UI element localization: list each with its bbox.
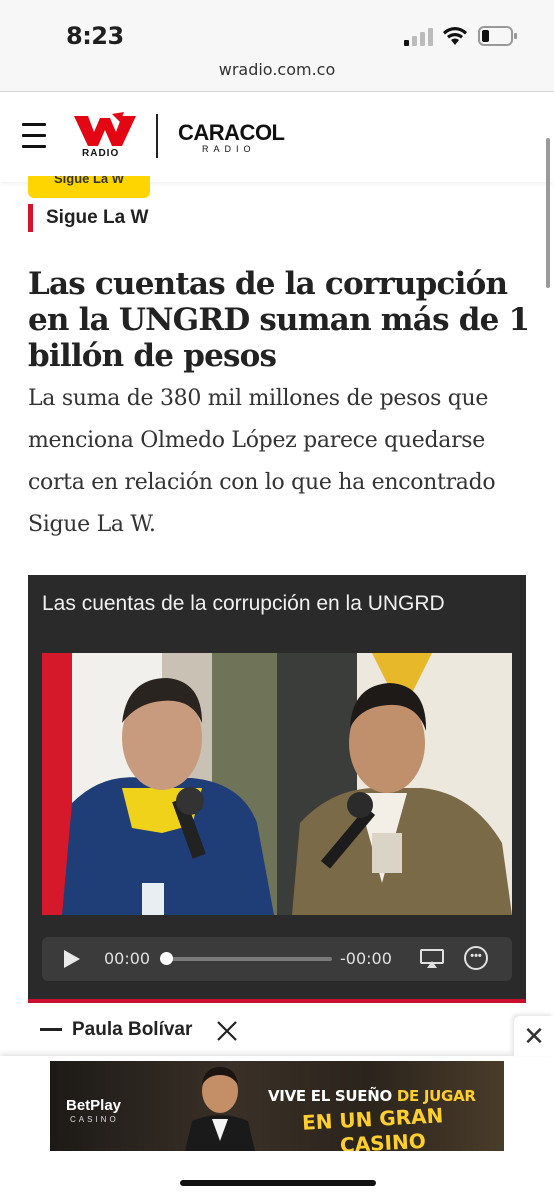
cellular-signal-icon <box>404 28 433 46</box>
ad-line-1b: DE JUGAR <box>396 1087 476 1105</box>
battery-icon <box>478 26 517 46</box>
section-tag[interactable]: Sigue La W <box>28 176 150 198</box>
caracol-logo-text: CARACOL <box>178 120 285 145</box>
audio-media-card: Las cuentas de la corrupción en la UNGRD <box>28 575 526 1003</box>
wifi-icon <box>443 27 467 45</box>
status-time: 8:23 <box>66 22 124 50</box>
home-indicator[interactable] <box>180 1180 376 1186</box>
ad-line-3: CASINO <box>339 1128 427 1151</box>
audio-player: 00:00 -00:00 ••• <box>42 937 512 981</box>
more-options-icon[interactable]: ••• <box>464 946 488 970</box>
betplay-ad[interactable]: BetPlay CASINO VIVE EL SUEÑO DE JUGAR EN… <box>50 1061 504 1151</box>
article-title: Las cuentas de la corrupción en la UNGRD… <box>28 266 530 374</box>
status-bar: 8:23 <box>0 0 554 60</box>
media-photo <box>42 653 512 915</box>
w-logo-text: RADIO <box>82 148 120 159</box>
article-summary: La suma de 380 mil millones de pesos que… <box>28 386 496 537</box>
ad-brand-sub: CASINO <box>70 1115 119 1124</box>
airplay-icon[interactable] <box>420 949 444 969</box>
w-radio-logo[interactable]: RADIO <box>72 112 138 162</box>
x-twitter-icon[interactable] <box>216 1020 238 1042</box>
media-title: Las cuentas de la corrupción en la UNGRD <box>42 592 445 615</box>
author-byline[interactable]: Paula Bolívar <box>40 1019 192 1041</box>
ad-line-1a: VIVE EL SUEÑO <box>268 1087 392 1105</box>
section-label[interactable]: Sigue La W <box>28 204 148 232</box>
media-photo-image <box>42 653 512 915</box>
url-text: wradio.com.co <box>218 60 336 79</box>
scrollbar[interactable] <box>546 138 550 288</box>
site-header: RADIO CARACOL RADIO <box>0 92 554 182</box>
progress-scrubber[interactable] <box>160 952 173 965</box>
header-divider <box>156 114 158 158</box>
author-name: Paula Bolívar <box>72 1019 193 1040</box>
byline-dash <box>40 1028 62 1032</box>
current-time: 00:00 <box>104 949 151 968</box>
close-ad-icon[interactable]: ✕ <box>514 1016 554 1056</box>
remaining-time: -00:00 <box>340 949 392 968</box>
w-logo-icon <box>74 112 136 146</box>
ad-line-1: VIVE EL SUEÑO DE JUGAR <box>268 1087 476 1105</box>
ad-brand: BetPlay <box>66 1097 122 1114</box>
caracol-radio-logo[interactable]: CARACOL RADIO <box>178 120 285 154</box>
address-bar[interactable]: wradio.com.co <box>0 56 554 92</box>
hamburger-menu-icon[interactable] <box>22 123 46 149</box>
progress-track[interactable] <box>166 957 332 961</box>
play-icon[interactable] <box>64 950 80 968</box>
ad-person-image <box>185 1067 255 1151</box>
